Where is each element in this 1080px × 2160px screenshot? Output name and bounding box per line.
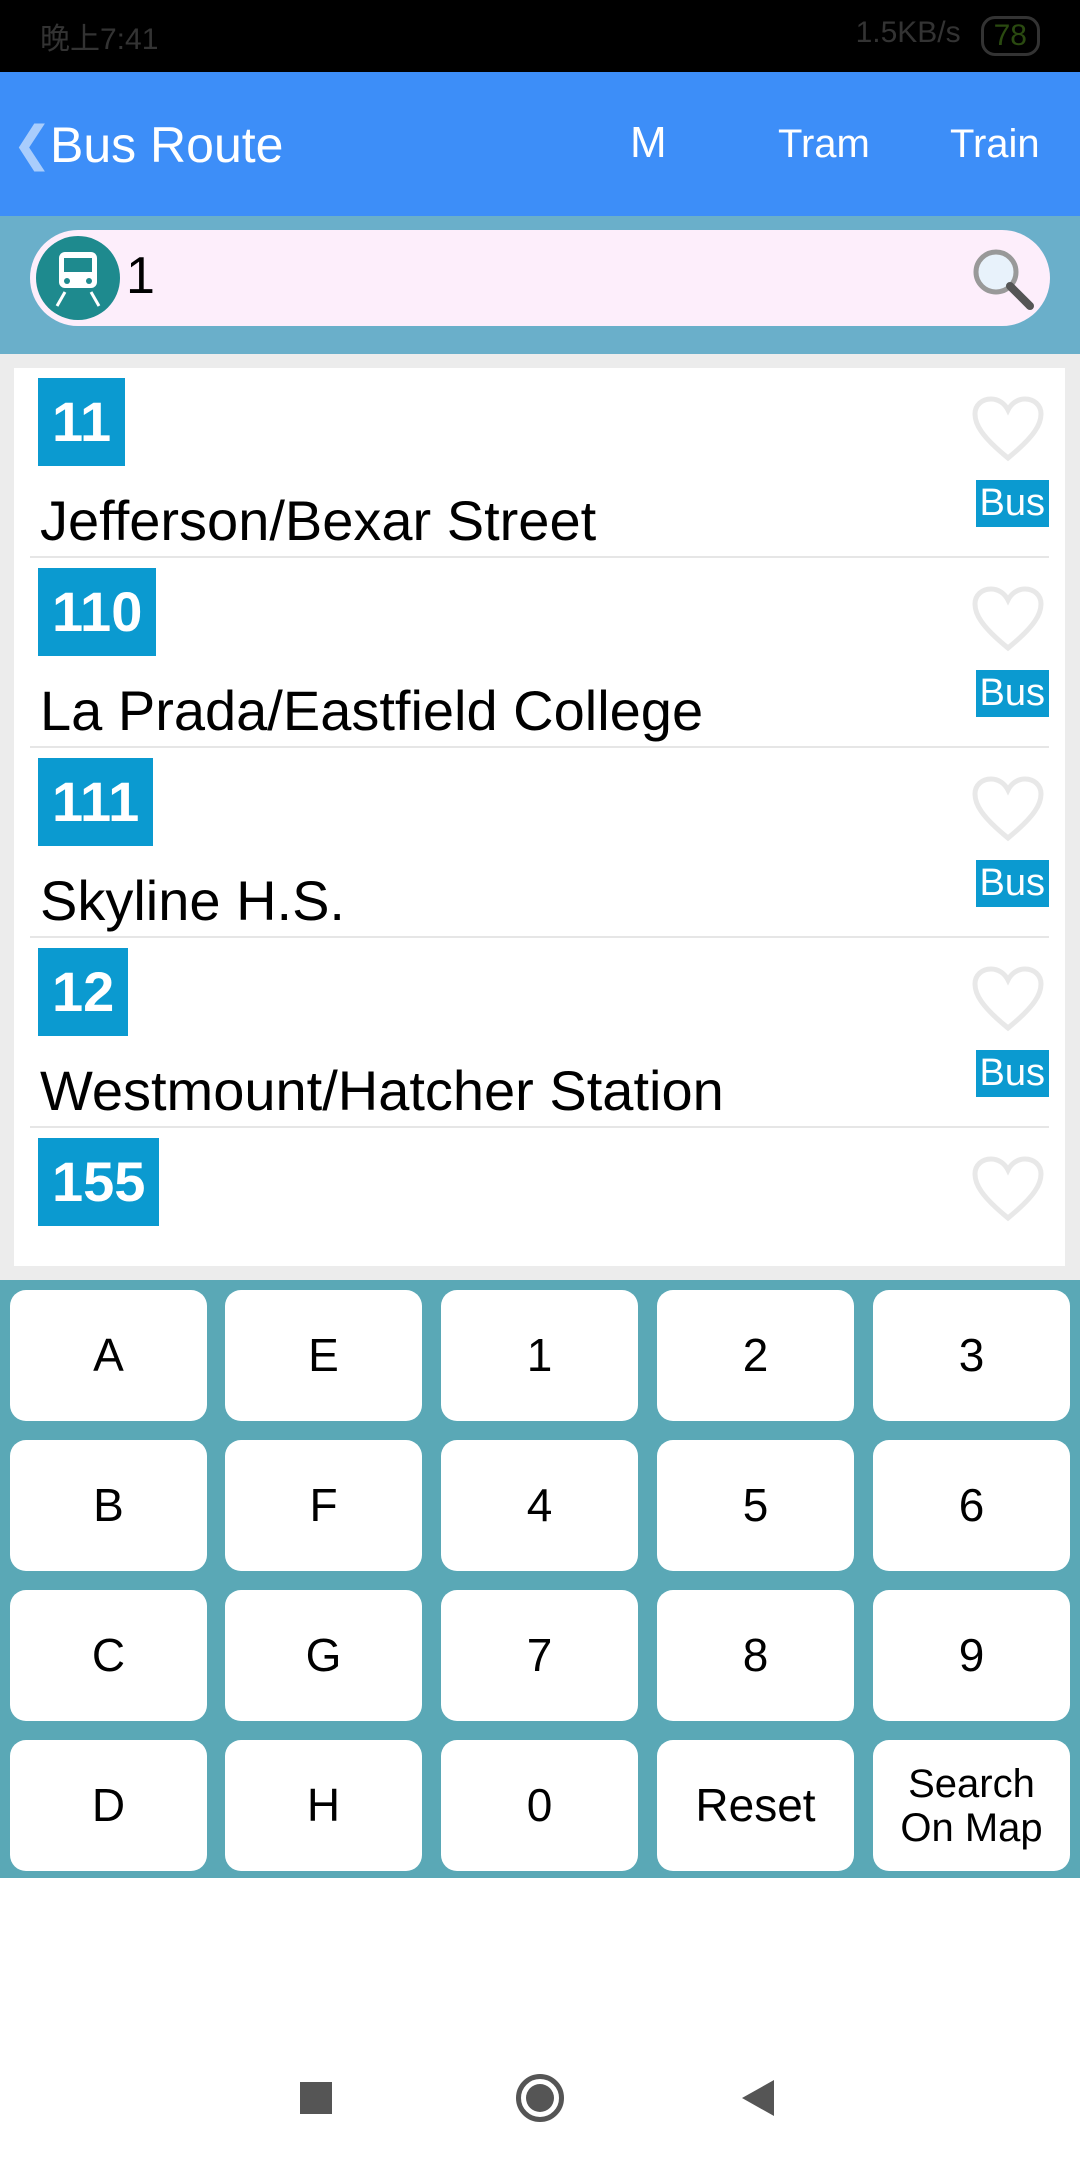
route-name: Westmount/Hatcher Station: [40, 1059, 724, 1122]
key-1[interactable]: 1: [441, 1290, 638, 1421]
battery-icon: 78: [980, 16, 1040, 56]
key-g[interactable]: G: [225, 1590, 422, 1721]
metro-tab[interactable]: M: [630, 118, 667, 168]
route-number-badge: 155: [38, 1138, 160, 1226]
key-9[interactable]: 9: [873, 1590, 1070, 1721]
key-search-on-map[interactable]: Search On Map: [873, 1740, 1070, 1871]
key-h[interactable]: H: [225, 1740, 422, 1871]
search-bar: [0, 216, 1080, 354]
route-list[interactable]: 11 Jefferson/Bexar Street Bus 110 La Prad…: [14, 368, 1065, 1266]
route-number-badge: 110: [38, 568, 157, 656]
route-list-area: 11 Jefferson/Bexar Street Bus 110 La Prad…: [0, 354, 1080, 1280]
route-number-badge: 11: [38, 378, 126, 466]
system-nav-bar: [0, 2060, 1080, 2140]
route-type-badge: Bus: [975, 1050, 1049, 1097]
favorite-heart-icon[interactable]: [971, 966, 1045, 1037]
key-f[interactable]: F: [225, 1440, 422, 1571]
keypad: A E 1 2 3 B F 4 5 6 C G 7 8 9 D H 0 Reset Search On Map: [0, 1280, 1080, 1878]
tram-tab[interactable]: Tram: [778, 122, 870, 167]
key-8[interactable]: 8: [657, 1590, 854, 1721]
key-0[interactable]: 0: [441, 1740, 638, 1871]
route-row[interactable]: 12 Westmount/Hatcher Station Bus: [30, 938, 1049, 1128]
page-title[interactable]: Bus Route: [50, 116, 283, 174]
favorite-heart-icon[interactable]: [971, 1156, 1045, 1227]
route-name: La Prada/Eastfield College: [40, 679, 704, 742]
app-header: ❮ Bus Route M Tram Train: [0, 72, 1080, 216]
key-a[interactable]: A: [10, 1290, 207, 1421]
route-number-badge: 111: [38, 758, 154, 846]
route-name: Skyline H.S.: [40, 869, 345, 932]
key-c[interactable]: C: [10, 1590, 207, 1721]
magnifier-icon[interactable]: [970, 246, 1036, 317]
key-3[interactable]: 3: [873, 1290, 1070, 1421]
key-reset[interactable]: Reset: [657, 1740, 854, 1871]
key-2[interactable]: 2: [657, 1290, 854, 1421]
key-4[interactable]: 4: [441, 1440, 638, 1571]
key-b[interactable]: B: [10, 1440, 207, 1571]
route-type-badge: Bus: [975, 670, 1049, 717]
route-row[interactable]: 111 Skyline H.S. Bus: [30, 748, 1049, 938]
back-icon[interactable]: [742, 2080, 774, 2116]
route-type-badge: Bus: [975, 480, 1049, 527]
key-6[interactable]: 6: [873, 1440, 1070, 1571]
route-row[interactable]: 155: [30, 1128, 1049, 1266]
favorite-heart-icon[interactable]: [971, 586, 1045, 657]
train-tab[interactable]: Train: [950, 122, 1040, 167]
favorite-heart-icon[interactable]: [971, 396, 1045, 467]
route-type-badge: Bus: [975, 860, 1049, 907]
home-icon[interactable]: [516, 2074, 564, 2122]
status-bar: 晚上7:41 1.5KB/s 78: [0, 0, 1080, 72]
route-name: Jefferson/Bexar Street: [40, 489, 597, 552]
recents-icon[interactable]: [300, 2082, 332, 2114]
bus-icon: [36, 236, 120, 320]
route-row[interactable]: 11 Jefferson/Bexar Street Bus: [30, 368, 1049, 558]
search-input[interactable]: [126, 246, 926, 306]
key-d[interactable]: D: [10, 1740, 207, 1871]
key-e[interactable]: E: [225, 1290, 422, 1421]
key-7[interactable]: 7: [441, 1590, 638, 1721]
search-field[interactable]: [30, 230, 1050, 326]
route-row[interactable]: 110 La Prada/Eastfield College Bus: [30, 558, 1049, 748]
network-speed: 1.5KB/s: [855, 16, 961, 49]
back-chevron-icon[interactable]: ❮: [12, 116, 52, 172]
route-number-badge: 12: [38, 948, 129, 1036]
status-time: 晚上7:41: [40, 23, 159, 56]
key-5[interactable]: 5: [657, 1440, 854, 1571]
favorite-heart-icon[interactable]: [971, 776, 1045, 847]
